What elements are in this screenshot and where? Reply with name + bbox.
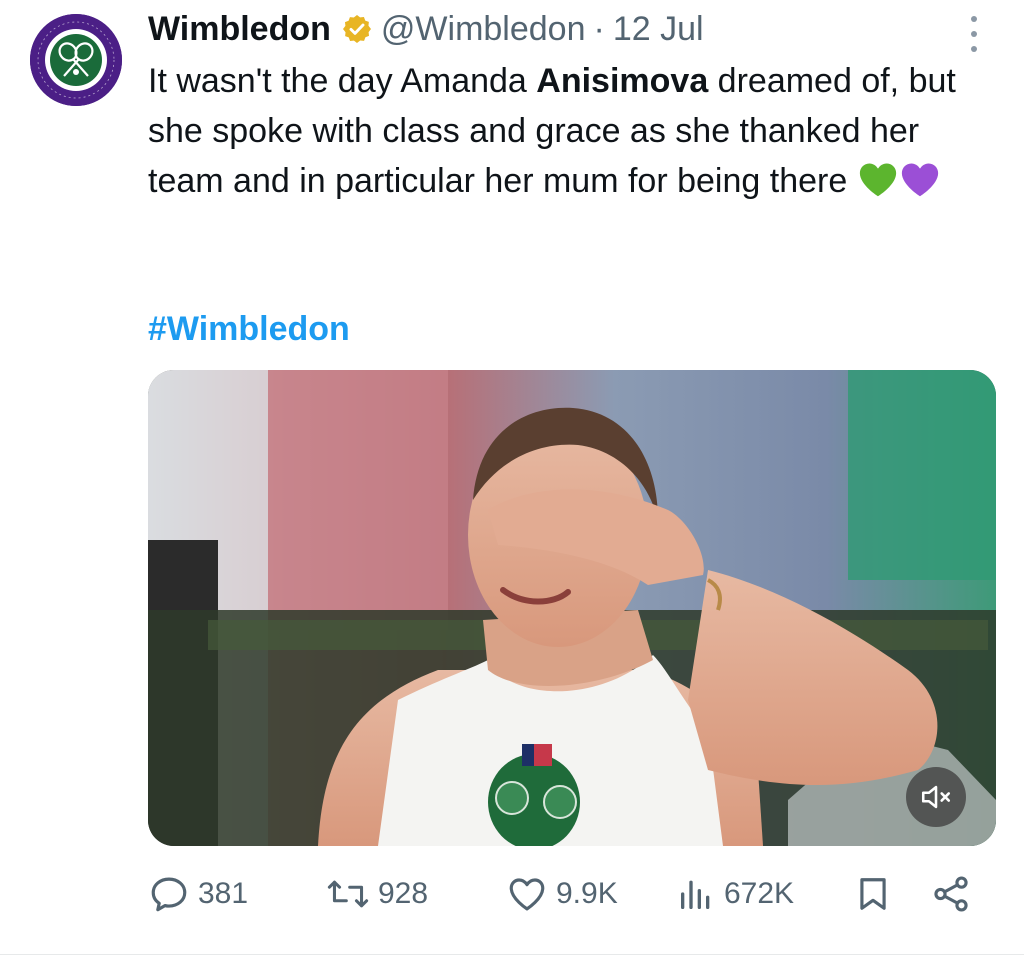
bookmark-button[interactable] — [854, 868, 900, 920]
tweet-text-bold: Anisimova — [536, 62, 709, 100]
green-heart-icon — [857, 160, 899, 212]
share-button[interactable] — [930, 868, 980, 920]
like-button[interactable]: 9.9K — [506, 868, 618, 920]
repost-button[interactable]: 928 — [326, 868, 428, 920]
timestamp[interactable]: 12 Jul — [613, 8, 704, 50]
reply-button[interactable]: 381 — [148, 868, 248, 920]
tweet-header: Wimbledon @Wimbledon · 12 Jul — [148, 8, 704, 50]
separator-dot: · — [593, 10, 605, 48]
more-icon[interactable] — [962, 16, 986, 52]
avatar[interactable] — [30, 14, 122, 106]
repost-count: 928 — [378, 877, 429, 910]
repost-icon — [327, 880, 369, 908]
divider — [0, 954, 1024, 955]
share-icon — [934, 876, 968, 912]
tweet-text: It wasn't the day Amanda Anisimova dream… — [148, 56, 998, 212]
views-count: 672K — [724, 877, 795, 910]
verified-badge-icon[interactable] — [341, 13, 373, 45]
mute-icon[interactable] — [906, 767, 966, 827]
tweet-text-part-1: It wasn't the day Amanda — [148, 62, 537, 100]
wimbledon-logo — [30, 14, 122, 106]
views-button[interactable]: 672K — [676, 868, 794, 920]
action-bar: 381 928 9.9K 672K — [148, 868, 988, 920]
like-icon — [509, 878, 545, 911]
hashtag-link[interactable]: #Wimbledon — [148, 304, 350, 354]
like-count: 9.9K — [556, 877, 618, 910]
purple-heart-icon — [899, 160, 941, 212]
handle[interactable]: @Wimbledon — [381, 8, 586, 50]
reply-icon — [151, 877, 187, 912]
views-icon — [681, 880, 710, 909]
bookmark-icon — [860, 878, 886, 910]
display-name[interactable]: Wimbledon — [148, 8, 331, 50]
video-player[interactable] — [148, 370, 996, 846]
reply-count: 381 — [198, 877, 249, 910]
video-frame — [148, 370, 996, 846]
